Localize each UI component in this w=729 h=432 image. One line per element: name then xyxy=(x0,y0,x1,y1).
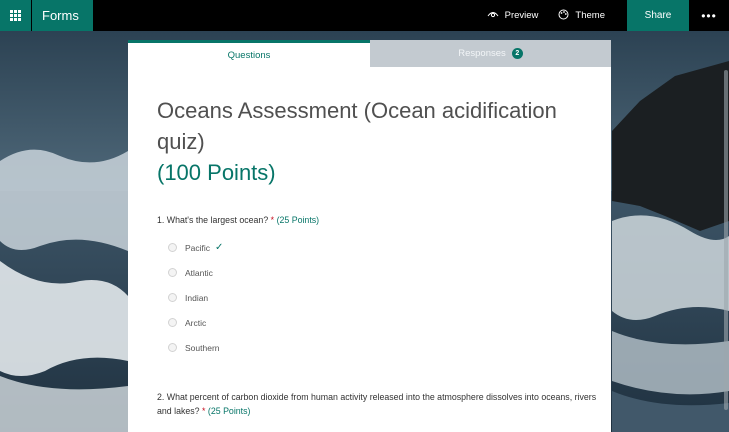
radio-button[interactable] xyxy=(168,318,177,327)
more-options-button[interactable]: ••• xyxy=(689,9,729,23)
option-pacific[interactable]: Pacific ✓ xyxy=(157,235,597,260)
radio-button[interactable] xyxy=(168,243,177,252)
option-label: Indian xyxy=(185,292,209,303)
share-button[interactable]: Share xyxy=(627,0,689,31)
theme-palette-icon xyxy=(558,9,569,23)
tab-questions[interactable]: Questions xyxy=(128,40,370,67)
option-label: Arctic xyxy=(185,317,207,328)
preview-eye-icon xyxy=(487,10,499,21)
preview-button[interactable]: Preview xyxy=(477,0,549,31)
app-header: Forms Preview Theme Share ••• xyxy=(0,0,729,31)
option-label: Pacific xyxy=(185,242,211,253)
option-label: Southern xyxy=(185,342,220,353)
preview-label: Preview xyxy=(504,10,539,21)
theme-label: Theme xyxy=(575,10,605,21)
option-atlantic[interactable]: Atlantic xyxy=(157,260,597,285)
form-card: Oceans Assessment (Ocean acidification q… xyxy=(128,67,611,432)
question-2-points: (25 Points) xyxy=(207,406,251,416)
check-icon: ✓ xyxy=(215,242,224,253)
waffle-icon xyxy=(10,10,21,21)
question-2-options xyxy=(157,426,597,432)
form-total-points: (100 Points) xyxy=(157,160,276,185)
form-title[interactable]: Oceans Assessment (Ocean acidification q… xyxy=(157,95,597,188)
theme-button[interactable]: Theme xyxy=(548,0,615,31)
option-indian[interactable]: Indian xyxy=(157,285,597,310)
tab-responses-label: Responses xyxy=(458,48,506,59)
app-name-link[interactable]: Forms xyxy=(32,0,93,31)
question-1-title: 1. What's the largest ocean? * (25 Point… xyxy=(157,213,597,227)
radio-button[interactable] xyxy=(168,268,177,277)
form-title-text: Oceans Assessment (Ocean acidification q… xyxy=(157,98,557,154)
question-2[interactable]: 2. What percent of carbon dioxide from h… xyxy=(157,390,597,432)
responses-count-badge: 2 xyxy=(511,48,523,59)
question-1-points: (25 Points) xyxy=(276,215,320,225)
radio-button[interactable] xyxy=(168,343,177,352)
option-southern[interactable]: Southern xyxy=(157,335,597,360)
question-2-title: 2. What percent of carbon dioxide from h… xyxy=(157,390,597,418)
question-1-text: 1. What's the largest ocean? xyxy=(157,215,269,225)
tab-responses[interactable]: Responses 2 xyxy=(370,40,611,67)
question-1-options: Pacific ✓ Atlantic Indian Arctic Souther… xyxy=(157,235,597,360)
option-label: Atlantic xyxy=(185,267,213,278)
radio-button[interactable] xyxy=(168,293,177,302)
app-launcher-button[interactable] xyxy=(0,0,31,31)
option-arctic[interactable]: Arctic xyxy=(157,310,597,335)
option-placeholder[interactable] xyxy=(157,426,597,432)
required-marker: * xyxy=(202,406,206,416)
form-tabs: Questions Responses 2 xyxy=(128,40,611,67)
page-scrollbar[interactable] xyxy=(724,70,728,410)
required-marker: * xyxy=(270,215,275,225)
question-1[interactable]: 1. What's the largest ocean? * (25 Point… xyxy=(157,213,597,360)
